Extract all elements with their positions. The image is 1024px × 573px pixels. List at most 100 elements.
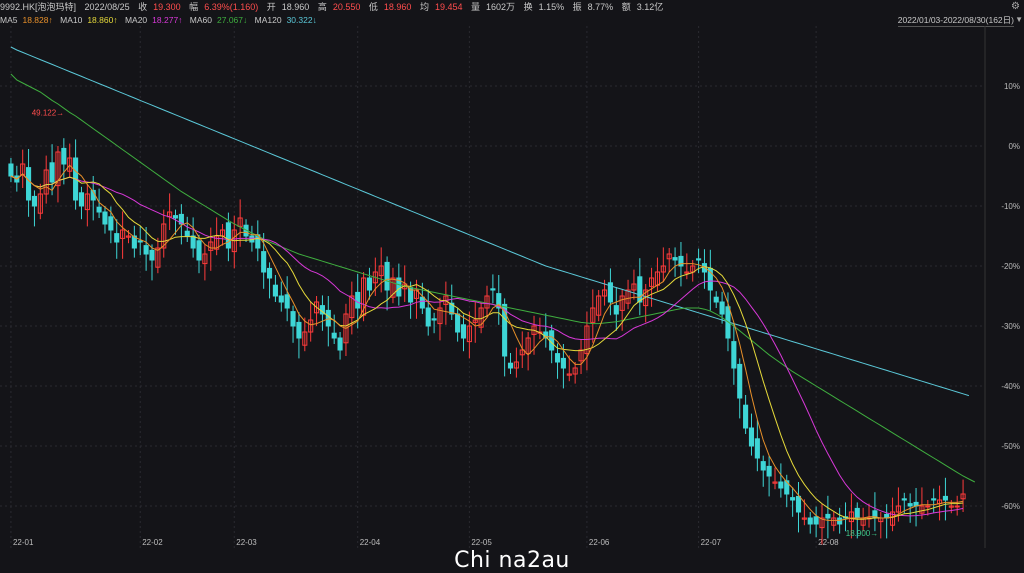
ma20-label: MA20	[124, 15, 148, 25]
ma10-label: MA10	[60, 15, 83, 25]
open-label: 开	[266, 2, 276, 12]
candle-body	[760, 461, 766, 471]
candle-body	[672, 257, 678, 261]
candle-body	[61, 147, 67, 165]
candle-body	[143, 245, 149, 255]
ma10-value: 18.860↑	[87, 15, 118, 25]
quote-date: 2022/08/25	[84, 2, 130, 12]
candle-body	[284, 294, 290, 309]
volume-value: 1602万	[486, 2, 516, 12]
candle-body	[931, 498, 937, 501]
max-price-label: 49.122→	[32, 108, 64, 117]
candle-body	[455, 313, 461, 333]
close-value: 19.300	[153, 2, 181, 12]
high-label: 高	[317, 2, 327, 12]
turnover-value: 1.15%	[538, 2, 565, 12]
turnover-label: 换	[523, 2, 533, 12]
candle-body	[795, 495, 802, 513]
candle-body	[778, 481, 784, 489]
y-tick-label: -50%	[1001, 442, 1020, 451]
ma5-value: 18.828↑	[22, 15, 53, 25]
watermark: Chi na2au	[454, 548, 570, 573]
high-value: 20.550	[332, 2, 361, 12]
candle-body	[731, 341, 737, 369]
candle-body	[696, 258, 702, 261]
candle-body	[355, 291, 361, 309]
candle-body	[549, 330, 555, 351]
candle-body	[954, 505, 960, 508]
close-label: 收	[138, 2, 148, 12]
change-value: 6.39%(1.160)	[204, 2, 259, 12]
candle-body	[766, 465, 772, 477]
candle-body	[837, 517, 843, 525]
x-tick-label: 22-02	[142, 538, 163, 547]
amplitude-value: 8.77%	[587, 2, 614, 12]
candle-body	[560, 357, 566, 369]
dropdown-triangle-icon[interactable]: ▼	[1015, 14, 1023, 26]
y-tick-label: 10%	[1004, 82, 1020, 91]
y-tick-label: -60%	[1001, 502, 1020, 511]
candle-body	[102, 211, 108, 225]
ma20-value: 18.277↑	[152, 15, 183, 25]
change-label: 幅	[189, 2, 199, 12]
volume-label: 量	[471, 2, 481, 12]
candle-body	[266, 267, 273, 279]
candle-body	[713, 296, 719, 303]
gear-icon[interactable]: ⚙	[1011, 0, 1020, 14]
ma120-value: 30.322↓	[286, 15, 317, 25]
x-tick-label: 22-06	[589, 538, 610, 547]
ma20-line	[10, 173, 964, 517]
candle-body	[813, 516, 819, 525]
candle-body	[490, 288, 496, 291]
y-tick-label: -30%	[1001, 322, 1020, 331]
candle-body	[907, 503, 913, 507]
candle-body	[507, 362, 514, 369]
avg-value: 19.454	[434, 2, 463, 12]
candle-body	[790, 497, 796, 501]
ma10-line	[10, 173, 964, 520]
candle-body	[554, 353, 561, 363]
candle-body	[290, 311, 296, 327]
x-tick-label: 22-07	[701, 538, 722, 547]
ticker-label[interactable]: 9992.HK[泡泡玛特]	[0, 2, 76, 12]
candle-body	[748, 427, 755, 447]
candle-body	[114, 233, 120, 243]
ma5-line	[10, 164, 964, 521]
candle-body	[784, 480, 790, 495]
min-price-label: 18.900→	[846, 529, 878, 538]
x-tick-label: 22-08	[818, 538, 839, 547]
candle-body	[366, 277, 373, 291]
candle-body	[26, 167, 32, 201]
candlestick-chart[interactable]: 10% 0% -10% -20% -30% -40% -50% -60% 22-01 22-02 2…	[0, 26, 1024, 548]
open-value: 18.960	[281, 2, 310, 12]
amplitude-label: 振	[572, 2, 582, 12]
candle-body	[96, 206, 102, 213]
y-tick-label: -20%	[1001, 262, 1020, 271]
ma60-value: 27.067↓	[217, 15, 248, 25]
x-tick-label: 22-04	[360, 538, 381, 547]
candle-body	[942, 495, 948, 501]
y-tick-label: -40%	[1001, 382, 1020, 391]
quote-header: 9992.HK[泡泡玛特] 2022/08/25 收 19.300 幅 6.39%(…	[0, 0, 1024, 14]
candle-body	[225, 222, 231, 249]
avg-label: 均	[419, 2, 429, 12]
low-label: 低	[368, 2, 378, 12]
candle-body	[613, 305, 619, 315]
candle-body	[8, 163, 14, 177]
candle-body	[425, 307, 431, 327]
candle-body	[460, 324, 467, 339]
x-tick-label: 22-03	[236, 538, 257, 547]
candle-body	[272, 284, 278, 297]
x-tick-label: 22-05	[471, 538, 492, 547]
ma120-line	[10, 46, 970, 397]
candle-body	[296, 321, 302, 339]
candle-body	[854, 507, 860, 519]
candle-body	[637, 276, 643, 303]
candle-body	[149, 249, 155, 261]
candle-body	[325, 309, 331, 327]
candle-body	[331, 332, 337, 339]
candle-body	[31, 195, 38, 207]
candle-body	[184, 230, 190, 237]
x-tick-label: 22-01	[13, 538, 34, 547]
candle-body	[172, 215, 179, 219]
